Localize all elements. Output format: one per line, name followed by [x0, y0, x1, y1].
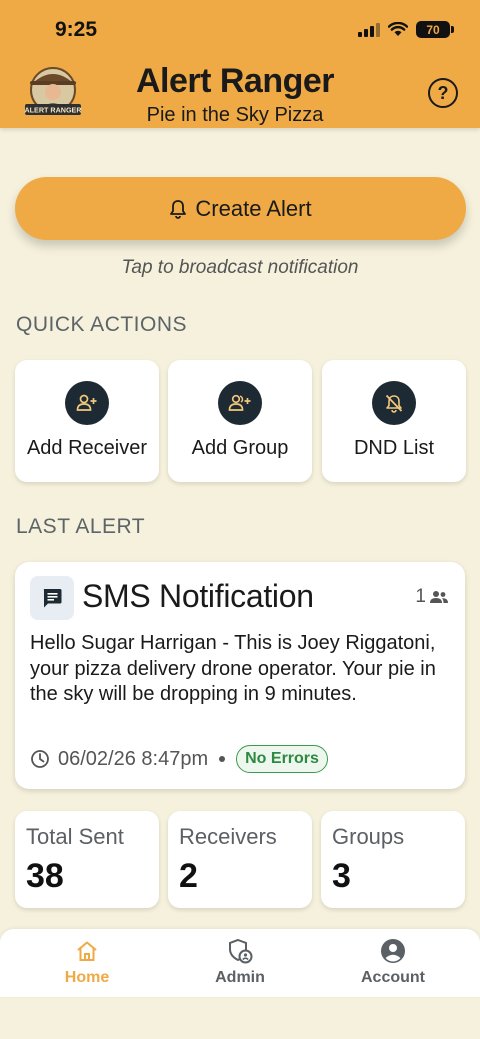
add-receiver-label: Add Receiver [26, 437, 148, 459]
alert-message: Hello Sugar Harrigan - This is Joey Rigg… [30, 632, 436, 705]
message-icon [30, 576, 74, 620]
add-receiver-button[interactable]: Add Receiver [15, 360, 159, 482]
alert-type: SMS Notification [82, 578, 314, 614]
dnd-list-button[interactable]: DND List [322, 360, 466, 482]
bell-off-icon [372, 381, 416, 425]
alert-timestamp: 06/02/26 8:47pm [58, 747, 209, 770]
signal-icon [358, 22, 380, 37]
dnd-list-label: DND List [353, 437, 434, 459]
last-alert-card[interactable]: SMS Notification 1 Hello Sugar Harrigan … [15, 562, 465, 789]
stat-label: Receivers [179, 824, 277, 849]
create-alert-label: Create Alert [195, 195, 312, 221]
stat-value: 3 [332, 857, 351, 895]
person-add-icon [65, 381, 109, 425]
stat-card-total-sent: Total Sent 38 [15, 811, 159, 908]
account-icon [333, 937, 453, 965]
nav-home-label: Home [64, 969, 110, 986]
last-alert-title: LAST ALERT [16, 515, 146, 538]
create-alert-button[interactable]: Create Alert [15, 177, 466, 240]
recipient-count-value: 1 [415, 586, 426, 607]
alert-meta: 06/02/26 8:47pm No Errors [30, 745, 328, 773]
app-title: Alert Ranger [135, 62, 335, 100]
status-time: 9:25 [55, 18, 98, 41]
status-badge: No Errors [236, 745, 328, 773]
create-alert-hint: Tap to broadcast notification [121, 257, 359, 278]
stat-value: 2 [179, 857, 198, 895]
recipient-count: 1 [415, 586, 449, 608]
wifi-icon [388, 22, 408, 36]
nav-account-label: Account [361, 969, 425, 986]
status-icons: 70 [358, 21, 454, 38]
app-subtitle: Pie in the Sky Pizza [146, 104, 324, 126]
people-icon [430, 591, 448, 603]
battery-indicator: 70 [416, 21, 454, 38]
nav-admin[interactable]: Admin [180, 937, 300, 987]
clock-icon [31, 750, 49, 768]
app-header: 9:25 70 ALERT RANGER Alert Ranger Pie in… [0, 0, 480, 128]
stat-value: 38 [26, 857, 64, 895]
help-icon[interactable]: ? [428, 78, 458, 108]
stat-label: Total Sent [26, 824, 124, 849]
bottom-nav: Home Admin Account [0, 929, 480, 997]
home-icon [27, 937, 147, 965]
stat-label: Groups [332, 824, 405, 849]
stat-card-groups: Groups 3 [321, 811, 465, 908]
status-bar: 9:25 70 [0, 0, 480, 62]
bell-icon [170, 199, 187, 219]
quick-actions-title: QUICK ACTIONS [16, 313, 188, 336]
add-group-label: Add Group [191, 437, 289, 459]
nav-admin-label: Admin [215, 969, 265, 986]
group-add-icon [218, 381, 262, 425]
nav-account[interactable]: Account [333, 937, 453, 987]
stat-card-receivers: Receivers 2 [168, 811, 312, 908]
nav-home[interactable]: Home [27, 937, 147, 987]
separator-dot [219, 756, 226, 762]
shield-user-icon [180, 937, 300, 965]
add-group-button[interactable]: Add Group [168, 360, 312, 482]
